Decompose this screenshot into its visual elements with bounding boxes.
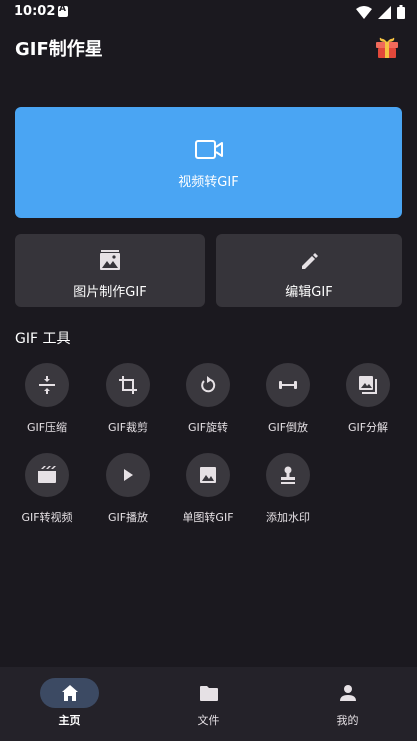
tool-icon-circle xyxy=(25,363,69,407)
split-frames-icon xyxy=(359,376,377,394)
signal-icon xyxy=(378,5,391,19)
tool-icon-circle xyxy=(106,363,150,407)
notification-a-icon xyxy=(58,4,68,17)
tool-icon-circle xyxy=(346,363,390,407)
videocam-icon xyxy=(195,140,223,159)
edit-gif-card[interactable]: 编辑GIF xyxy=(216,234,402,307)
play-icon xyxy=(124,469,133,481)
wifi-icon xyxy=(356,5,372,19)
rotate-icon xyxy=(201,376,216,393)
video-to-gif-label: 视频转GIF xyxy=(178,175,239,190)
tool-gif-split[interactable]: GIF分解 xyxy=(328,363,408,443)
crop-icon xyxy=(119,376,137,394)
nav-item-home[interactable]: 主页 xyxy=(0,667,139,741)
video-to-gif-card[interactable]: 视频转GIF xyxy=(15,107,402,218)
home-icon xyxy=(62,685,78,701)
tool-label: GIF旋转 xyxy=(187,421,229,434)
gif-tools-title: GIF 工具 xyxy=(15,331,71,347)
tool-icon-circle xyxy=(186,453,230,497)
nav-item-mine[interactable]: 我的 xyxy=(278,667,417,741)
status-time: 10:02 xyxy=(14,4,56,19)
compress-icon xyxy=(39,376,55,394)
status-icons xyxy=(356,5,405,19)
tool-gif-reverse[interactable]: GIF倒放 xyxy=(248,363,328,443)
tool-single-image-to-gif[interactable]: 单图转GIF xyxy=(168,453,248,533)
tool-label: 单图转GIF xyxy=(182,511,234,524)
tool-icon-circle xyxy=(266,363,310,407)
tool-icon-circle xyxy=(106,453,150,497)
nav-label-mine: 我的 xyxy=(336,714,359,727)
edit-pencil-icon xyxy=(302,253,318,269)
tool-icon-circle xyxy=(25,453,69,497)
tool-gif-crop[interactable]: GIF裁剪 xyxy=(88,363,168,443)
tool-icon-circle xyxy=(266,453,310,497)
tool-label: GIF播放 xyxy=(107,511,149,524)
tool-label: GIF压缩 xyxy=(26,421,68,434)
battery-icon xyxy=(397,5,405,19)
nav-label-home: 主页 xyxy=(58,714,81,727)
tool-gif-rotate[interactable]: GIF旋转 xyxy=(168,363,248,443)
tool-label: 添加水印 xyxy=(266,511,310,524)
tool-label: GIF转视频 xyxy=(21,511,73,524)
tool-icon-circle xyxy=(186,363,230,407)
tool-label: GIF裁剪 xyxy=(107,421,149,434)
reverse-icon xyxy=(279,381,297,389)
image-icon xyxy=(200,467,216,483)
edit-gif-label: 编辑GIF xyxy=(285,285,333,300)
tool-label: GIF倒放 xyxy=(267,421,309,434)
gift-button[interactable] xyxy=(374,34,400,60)
image-to-gif-label: 图片制作GIF xyxy=(73,285,147,300)
tool-gif-play[interactable]: GIF播放 xyxy=(88,453,168,533)
photo-library-icon xyxy=(100,250,120,270)
tool-label: GIF分解 xyxy=(347,421,389,434)
person-icon xyxy=(340,685,356,701)
nav-item-files[interactable]: 文件 xyxy=(139,667,278,741)
movie-icon xyxy=(38,466,56,483)
gift-icon xyxy=(376,37,398,58)
bottom-navigation: 主页 文件 我的 xyxy=(0,667,417,741)
stamp-icon xyxy=(281,466,295,484)
tool-gif-to-video[interactable]: GIF转视频 xyxy=(7,453,87,533)
nav-label-files: 文件 xyxy=(197,714,220,727)
tool-add-watermark[interactable]: 添加水印 xyxy=(248,453,328,533)
tool-gif-compress[interactable]: GIF压缩 xyxy=(7,363,87,443)
status-bar: 10:02 xyxy=(0,0,417,24)
app-title: GIF制作星 xyxy=(15,39,103,60)
folder-icon xyxy=(200,686,218,701)
image-to-gif-card[interactable]: 图片制作GIF xyxy=(15,234,205,307)
